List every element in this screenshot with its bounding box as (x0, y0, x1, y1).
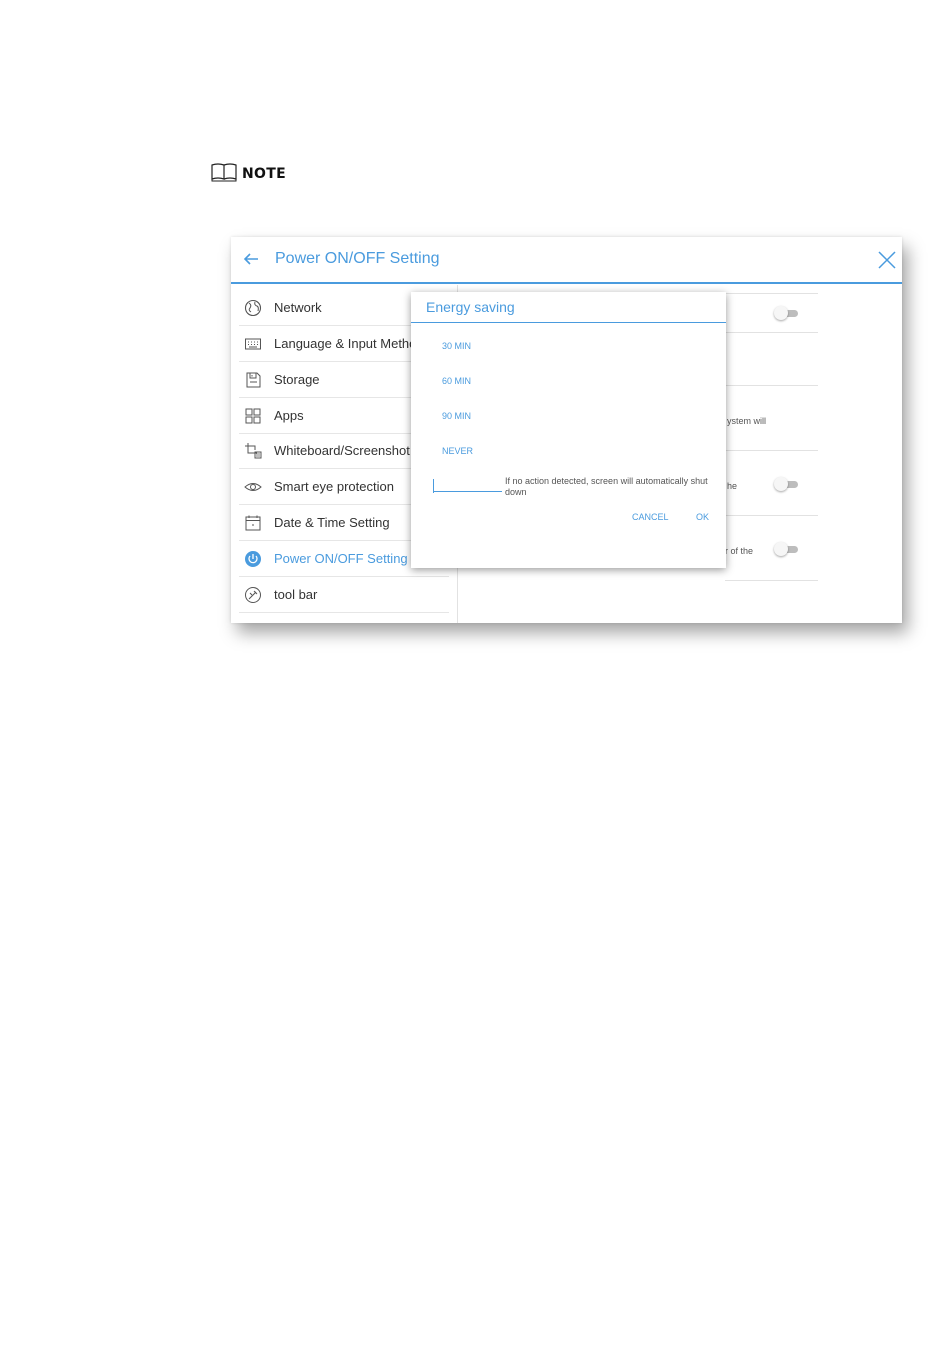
ok-button[interactable]: OK (696, 512, 709, 522)
setting-description-text: r of the (725, 546, 754, 556)
settings-window: Power ON/OFF Setting Network Language & … (231, 237, 902, 623)
sidebar-item-label: Power ON/OFF Setting (274, 551, 408, 566)
row-divider (725, 580, 818, 581)
sidebar-item-label: Network (274, 300, 322, 315)
energy-saving-dialog: Energy saving 30 MIN 60 MIN 90 MIN NEVER… (411, 292, 726, 568)
sidebar-item-label: Smart eye protection (274, 479, 394, 494)
toggle-switch[interactable] (774, 477, 800, 491)
setting-description-text: he (727, 481, 738, 491)
dialog-divider (411, 322, 726, 323)
row-divider (725, 385, 818, 386)
dialog-title: Energy saving (426, 299, 515, 315)
cancel-button[interactable]: CANCEL (632, 512, 669, 522)
eye-icon (244, 482, 262, 491)
option-60-min[interactable]: 60 MIN (442, 376, 471, 386)
sidebar-item-label: Whiteboard/Screenshot (274, 443, 410, 458)
sidebar-item-label: Date & Time Setting (274, 515, 390, 530)
close-icon[interactable] (877, 250, 897, 270)
setting-description-text: ystem will (727, 416, 767, 426)
option-30-min[interactable]: 30 MIN (442, 341, 471, 351)
note-label: NOTE (242, 166, 286, 182)
custom-time-input[interactable] (433, 491, 502, 492)
apps-grid-icon (245, 408, 261, 423)
sidebar-item-label: tool bar (274, 587, 318, 602)
back-arrow-icon[interactable] (243, 251, 259, 267)
toggle-switch[interactable] (774, 306, 800, 320)
sidebar-item-label: Apps (274, 408, 304, 423)
row-divider (725, 293, 818, 294)
power-icon (245, 550, 261, 567)
keyboard-icon (245, 338, 261, 349)
storage-icon (246, 372, 261, 387)
toggle-switch[interactable] (774, 542, 800, 556)
title-bar: Power ON/OFF Setting (231, 237, 902, 284)
dialog-hint-text: If no action detected, screen will autom… (505, 476, 708, 497)
option-90-min[interactable]: 90 MIN (442, 411, 471, 421)
row-divider (725, 450, 818, 451)
book-icon (211, 163, 237, 182)
sidebar-item-tool-bar[interactable]: tool bar (239, 577, 449, 613)
sidebar-item-label: Storage (274, 372, 320, 387)
calendar-icon (245, 515, 261, 530)
row-divider (725, 515, 818, 516)
page-title: Power ON/OFF Setting (275, 250, 440, 267)
globe-icon (244, 299, 262, 316)
row-divider (725, 332, 818, 333)
toolbar-icon (245, 586, 261, 603)
option-never[interactable]: NEVER (442, 446, 473, 456)
sidebar-item-label: Language & Input Metho (274, 336, 417, 351)
crop-icon (245, 442, 262, 458)
note-header: NOTE (211, 162, 286, 182)
